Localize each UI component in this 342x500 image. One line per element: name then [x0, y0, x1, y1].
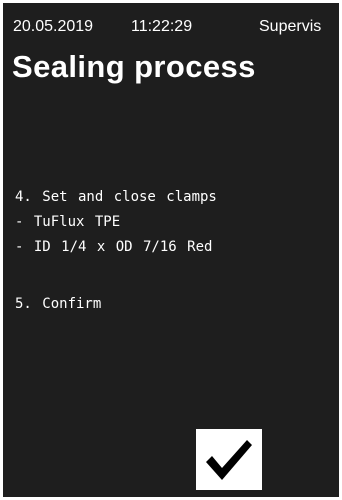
instruction-spacer: [15, 260, 217, 292]
page-title: Sealing process: [12, 49, 256, 84]
status-bar: 20.05.2019 11:22:29 Supervis: [13, 15, 339, 39]
instruction-step-4: 4. Set and close clamps: [15, 189, 217, 205]
confirm-button[interactable]: [196, 429, 262, 490]
status-time: 11:22:29: [131, 18, 193, 35]
instruction-tubing-name: - TuFlux TPE: [15, 214, 121, 230]
status-user: Supervis: [259, 18, 322, 35]
instruction-tubing-size: - ID 1/4 x OD 7/16 Red: [15, 239, 213, 255]
status-date: 20.05.2019: [13, 18, 94, 35]
checkmark-icon: [203, 437, 255, 483]
instructions: 4. Set and close clamps - TuFlux TPE - I…: [15, 185, 217, 317]
display-screen: 20.05.2019 11:22:29 Supervis Sealing pro…: [3, 3, 339, 497]
instruction-step-5: 5. Confirm: [15, 296, 102, 312]
